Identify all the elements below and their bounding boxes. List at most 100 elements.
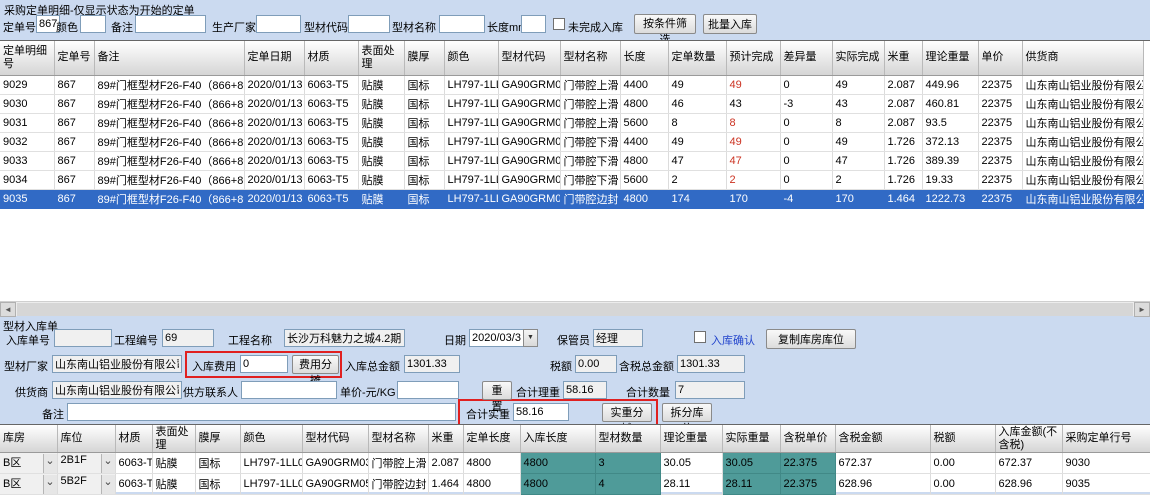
column-header[interactable]: 米重: [884, 41, 922, 75]
column-header[interactable]: 型材代码: [302, 425, 368, 453]
table-cell[interactable]: 国标: [404, 189, 444, 208]
supplier-input[interactable]: [52, 381, 182, 399]
table-cell[interactable]: 1.464: [884, 189, 922, 208]
tax-input[interactable]: [575, 355, 617, 373]
column-header[interactable]: 膜厚: [195, 425, 240, 453]
table-cell[interactable]: 867: [54, 132, 94, 151]
table-cell[interactable]: 贴膜: [358, 189, 404, 208]
table-cell[interactable]: 0: [780, 113, 832, 132]
table-cell[interactable]: 867: [54, 113, 94, 132]
table-cell[interactable]: 2020/01/13: [244, 151, 304, 170]
remark-input[interactable]: [67, 403, 456, 421]
column-header[interactable]: 单价: [978, 41, 1022, 75]
factory-input[interactable]: [52, 355, 182, 373]
total-amount-input[interactable]: [404, 355, 460, 373]
table-cell[interactable]: 山东南山铝业股份有限公司: [1022, 113, 1143, 132]
table-cell[interactable]: 门带腔下滑: [560, 132, 620, 151]
chevron-down-icon[interactable]: ⌄: [43, 454, 57, 473]
inbound-confirm-checkbox[interactable]: [694, 331, 706, 343]
table-cell[interactable]: 山东南山铝业股份有限公司: [1022, 94, 1143, 113]
column-header[interactable]: 型材代码: [498, 41, 560, 75]
profile-name-filter-input[interactable]: [439, 15, 485, 33]
table-cell[interactable]: 国标: [404, 132, 444, 151]
table-cell[interactable]: 22375: [978, 94, 1022, 113]
table-cell[interactable]: 49: [668, 132, 726, 151]
table-cell[interactable]: 门带腔上滑: [560, 94, 620, 113]
table-row[interactable]: 903086789#门框型材F26-F40（866+867）2020/01/13…: [0, 94, 1143, 113]
remark-filter-input[interactable]: [135, 15, 206, 33]
total-qty-input[interactable]: [675, 381, 745, 399]
table-cell[interactable]: 460.81: [922, 94, 978, 113]
table-cell[interactable]: 2: [668, 170, 726, 189]
table-cell[interactable]: 4800: [620, 94, 668, 113]
table-cell[interactable]: GA90GRM03: [498, 94, 560, 113]
split-location-button[interactable]: 拆分库位: [662, 403, 712, 422]
profile-code-filter-input[interactable]: [348, 15, 390, 33]
chevron-down-icon[interactable]: ⌄: [101, 454, 115, 473]
column-header[interactable]: 颜色: [240, 425, 302, 453]
scroll-right-button[interactable]: ►: [1134, 302, 1150, 317]
table-cell[interactable]: 47: [832, 151, 884, 170]
column-header[interactable]: 定单明细号: [0, 41, 54, 75]
table-cell[interactable]: 174: [668, 189, 726, 208]
table-cell[interactable]: 8: [832, 113, 884, 132]
table-cell[interactable]: 1.726: [884, 151, 922, 170]
table-cell[interactable]: GA90GRM04: [498, 170, 560, 189]
table-cell[interactable]: 89#门框型材F26-F40（866+867）: [94, 189, 244, 208]
table-cell[interactable]: 8: [726, 113, 780, 132]
table-cell[interactable]: 49: [832, 132, 884, 151]
column-header[interactable]: 税额: [930, 425, 995, 453]
supplier-contact-input[interactable]: [241, 381, 337, 399]
table-cell[interactable]: LH797-1LL0: [444, 170, 498, 189]
table-cell[interactable]: 2020/01/13: [244, 170, 304, 189]
table-cell[interactable]: 22375: [978, 189, 1022, 208]
column-header[interactable]: 含税金额: [835, 425, 930, 453]
table-cell[interactable]: 贴膜: [358, 170, 404, 189]
table-cell[interactable]: LH797-1LL0: [444, 94, 498, 113]
theory-weight-input[interactable]: [563, 381, 607, 399]
column-header[interactable]: 米重: [428, 425, 463, 453]
column-header[interactable]: 理论重量: [660, 425, 722, 453]
project-no-input[interactable]: [162, 329, 214, 347]
table-cell[interactable]: 山东南山铝业股份有限公司: [1022, 170, 1143, 189]
column-header[interactable]: 颜色: [444, 41, 498, 75]
table-cell[interactable]: 1.726: [884, 132, 922, 151]
table-cell[interactable]: 22.375: [780, 453, 835, 474]
table-cell[interactable]: 6063-T5: [304, 113, 358, 132]
table-cell[interactable]: 89#门框型材F26-F40（866+867）: [94, 151, 244, 170]
table-cell[interactable]: 47: [668, 151, 726, 170]
table-cell[interactable]: 国标: [195, 453, 240, 474]
table-cell[interactable]: LH797-1LL0: [444, 75, 498, 94]
batch-inbound-button[interactable]: 批量入库: [703, 14, 757, 34]
table-cell[interactable]: ⌄B区: [0, 453, 57, 474]
table-cell[interactable]: 1222.73: [922, 189, 978, 208]
column-header[interactable]: 表面处理: [358, 41, 404, 75]
table-cell[interactable]: 5600: [620, 170, 668, 189]
table-cell[interactable]: 4400: [620, 75, 668, 94]
table-cell[interactable]: 0: [780, 132, 832, 151]
table-cell[interactable]: 47: [726, 151, 780, 170]
column-header[interactable]: 备注: [94, 41, 244, 75]
table-cell[interactable]: 49: [726, 132, 780, 151]
table-cell[interactable]: 867: [54, 151, 94, 170]
table-cell[interactable]: 山东南山铝业股份有限公司: [1022, 75, 1143, 94]
filter-button[interactable]: 按条件筛选: [634, 14, 696, 34]
table-cell[interactable]: 3: [595, 453, 660, 474]
horizontal-scrollbar[interactable]: ◄ ►: [0, 301, 1150, 316]
table-cell[interactable]: 2020/01/13: [244, 132, 304, 151]
table-cell[interactable]: GA90GRM03: [302, 453, 368, 474]
table-cell[interactable]: 22375: [978, 113, 1022, 132]
column-header[interactable]: 差异量: [780, 41, 832, 75]
table-cell[interactable]: GA90GRM04: [498, 151, 560, 170]
table-cell[interactable]: 9033: [0, 151, 54, 170]
table-cell[interactable]: 门带腔边封: [560, 189, 620, 208]
table-cell[interactable]: 4800: [520, 453, 595, 474]
table-cell[interactable]: 6063-T5: [304, 151, 358, 170]
table-cell[interactable]: 国标: [404, 94, 444, 113]
table-cell[interactable]: 9034: [0, 170, 54, 189]
table-cell[interactable]: 672.37: [835, 453, 930, 474]
table-cell[interactable]: 贴膜: [358, 151, 404, 170]
unit-price-input[interactable]: [397, 381, 459, 399]
column-header[interactable]: 入库金额(不含税): [995, 425, 1062, 453]
table-cell[interactable]: GA90GRM04: [498, 132, 560, 151]
